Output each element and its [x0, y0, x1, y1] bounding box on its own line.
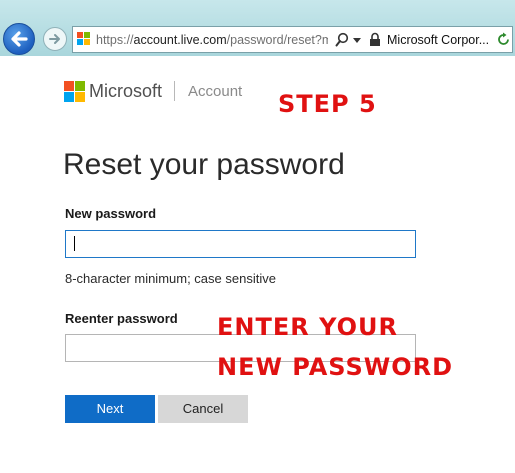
- back-button[interactable]: [3, 23, 35, 55]
- new-password-input[interactable]: [65, 230, 416, 258]
- next-button[interactable]: Next: [65, 395, 155, 423]
- forward-button[interactable]: [43, 27, 67, 51]
- instruction-annotation-line1: ENTER YOUR: [217, 313, 398, 341]
- url-path: /password/reset?m: [226, 33, 328, 47]
- text-caret: [74, 236, 75, 251]
- back-arrow-icon: [11, 31, 28, 47]
- site-identity[interactable]: Microsoft Corpor...: [387, 32, 493, 48]
- new-password-label: New password: [65, 206, 157, 221]
- microsoft-favicon: [77, 32, 91, 46]
- url-host: account.live.com: [133, 33, 227, 47]
- step-annotation: STEP 5: [278, 90, 377, 118]
- url-text[interactable]: https://account.live.com/password/reset?…: [96, 32, 328, 48]
- microsoft-logo-icon: [64, 81, 85, 102]
- brand-name: Microsoft: [89, 81, 163, 101]
- forward-arrow-icon: [49, 34, 60, 44]
- browser-toolbar: https://account.live.com/password/reset?…: [0, 0, 515, 56]
- cancel-button[interactable]: Cancel: [158, 395, 248, 423]
- brand-section-label: Account: [188, 83, 243, 100]
- page-title: Reset your password: [63, 148, 345, 181]
- lock-icon[interactable]: [369, 32, 381, 47]
- dropdown-icon[interactable]: [353, 38, 361, 43]
- instruction-annotation-line2: NEW PASSWORD: [217, 353, 454, 381]
- password-hint: 8-character minimum; case sensitive: [65, 271, 276, 286]
- search-icon[interactable]: [335, 32, 349, 48]
- address-bar[interactable]: https://account.live.com/password/reset?…: [72, 26, 513, 53]
- reenter-password-label: Reenter password: [65, 311, 178, 326]
- refresh-icon[interactable]: [497, 32, 511, 47]
- brand-divider: [174, 81, 175, 101]
- url-scheme: https://: [96, 33, 134, 47]
